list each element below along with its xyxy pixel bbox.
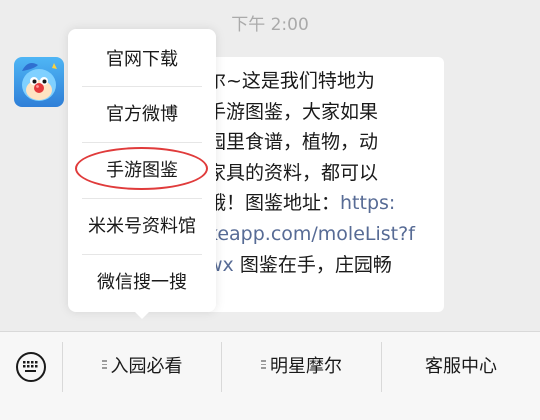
mole-character-icon (14, 57, 64, 107)
message-line: 哦！图鉴地址：https: (207, 188, 469, 219)
message-line-text: 图鉴在手，庄园畅 (233, 253, 392, 276)
popup-item-official-weibo[interactable]: 官方微博 (68, 87, 216, 143)
message-line: wx 图鉴在手，庄园畅 (207, 250, 469, 276)
submenu-icon (101, 360, 107, 370)
message-line: 家具的资料，都可以 (207, 161, 379, 184)
keyboard-toggle-button[interactable] (0, 332, 62, 402)
message-line: 尔~这是我们特地为 (207, 70, 375, 92)
keyboard-icon (16, 352, 46, 382)
message-line-text: 哦！图鉴地址： (207, 192, 341, 215)
message-line: 园里食谱，植物，动 (207, 131, 379, 154)
popup-item-mimi-archive[interactable]: 米米号资料馆 (68, 199, 216, 255)
message-text: 尔~这是我们特地为 手游图鉴，大家如果 园里食谱，植物，动 家具的资料，都可以 … (207, 66, 469, 276)
popup-menu: 官网下载 官方微博 手游图鉴 米米号资料馆 微信搜一搜 (68, 29, 216, 312)
bottom-menu-bar: 入园必看 明星摩尔 客服中心 (0, 331, 540, 420)
popup-arrow (135, 312, 149, 319)
link-start[interactable]: https: (340, 192, 395, 214)
menu-button-customer-service[interactable]: 客服中心 (382, 332, 540, 402)
submenu-icon (261, 360, 266, 370)
message-line: 手游图鉴，大家如果 (207, 100, 379, 123)
link-middle[interactable]: keapp.com/moleList?f (207, 223, 415, 245)
avatar[interactable] (14, 57, 64, 107)
menu-button-label: 入园必看 (110, 356, 183, 377)
popup-item-official-download[interactable]: 官网下载 (68, 32, 216, 88)
menu-button-label: 客服中心 (425, 356, 497, 377)
message-line: keapp.com/moleList?f (207, 219, 469, 250)
menu-button-label: 明星摩尔 (270, 356, 342, 377)
popup-item-game-guide[interactable]: 手游图鉴 (68, 143, 216, 199)
popup-item-wechat-search[interactable]: 微信搜一搜 (68, 255, 216, 311)
menu-button-must-read[interactable]: 入园必看 (63, 332, 221, 402)
menu-button-star-mole[interactable]: 明星摩尔 (222, 332, 381, 402)
